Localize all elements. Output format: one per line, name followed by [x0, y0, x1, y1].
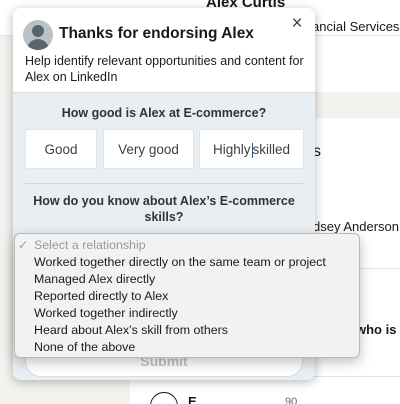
relationship-question: How do you know about Alex’s E-commerce … [33, 194, 295, 224]
checkmark-icon: ✓ [18, 238, 29, 252]
modal-header: Thanks for endorsing Alex × Help identif… [13, 8, 315, 92]
dropdown-option[interactable]: Reported directly to Alex [15, 288, 359, 305]
dropdown-option-placeholder[interactable]: ✓ Select a relationship [15, 237, 359, 254]
skill-name[interactable]: E [188, 394, 197, 404]
skill-count: 90 [285, 396, 298, 404]
profile-company: ancial Services [312, 19, 400, 34]
modal-subtitle: Help identify relevant opportunities and… [25, 54, 304, 84]
dropdown-option[interactable]: Managed Alex directly [15, 271, 359, 288]
recommender-name[interactable]: dsey Anderson [313, 219, 399, 234]
rating-highly-label: Highly [212, 141, 251, 157]
dropdown-option[interactable]: Worked together indirectly [15, 305, 359, 322]
endorsement-text: who is l [356, 322, 400, 337]
rating-good-button[interactable]: Good [25, 129, 97, 169]
rating-very-good-button[interactable]: Very good [103, 129, 194, 169]
dropdown-option[interactable]: None of the above [15, 339, 359, 356]
rating-highly-skilled-button[interactable]: Highly skilled [199, 129, 304, 169]
relationship-dropdown-list: ✓ Select a relationship Worked together … [14, 233, 360, 358]
rating-skilled-label: skilled [252, 141, 291, 157]
modal-title: Thanks for endorsing Alex [59, 25, 254, 42]
skill-level-question: How good is Alex at E-commerce? [61, 106, 267, 120]
close-icon[interactable]: × [287, 14, 307, 34]
dropdown-option[interactable]: Heard about Alex’s skill from others [15, 322, 359, 339]
avatar-head [32, 25, 44, 37]
dropdown-option-label: Select a relationship [34, 238, 146, 252]
avatar-body [27, 39, 49, 50]
avatar [23, 20, 53, 50]
dropdown-option[interactable]: Worked together directly on the same tea… [15, 254, 359, 271]
divider [25, 183, 303, 184]
